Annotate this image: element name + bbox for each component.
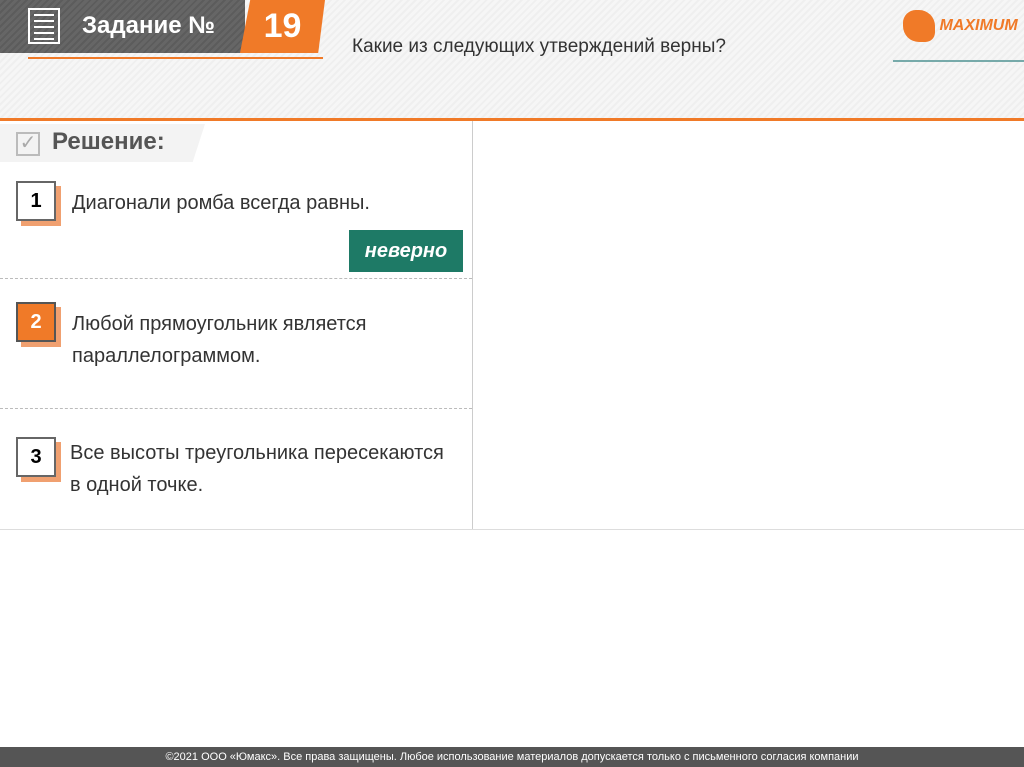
checkbox-icon: ✓ [16, 132, 40, 156]
logo-text: MAXIMUM [939, 17, 1018, 34]
item-text: Любой прямоугольник является параллелогр… [72, 313, 367, 367]
divider [0, 529, 1024, 530]
item-text: Диагонали ромба всегда равны. [72, 192, 370, 214]
divider [0, 408, 472, 410]
divider [0, 118, 1024, 121]
task-label: Задание № [82, 12, 215, 39]
task-number: 19 [240, 0, 325, 53]
divider [472, 121, 473, 529]
solution-label: Решение: [52, 128, 165, 155]
solution-header: ✓ Решение: [0, 124, 205, 162]
logo: MAXIMUM [903, 10, 1018, 42]
document-icon [28, 8, 60, 44]
item-number: 1 [16, 181, 56, 221]
divider [893, 60, 1024, 62]
header: Задание № 19 Какие из следующих утвержде… [0, 0, 1024, 120]
verdict-badge: неверно [349, 230, 463, 272]
item-number: 3 [16, 437, 56, 477]
divider [28, 57, 323, 59]
question: Какие из следующих утверждений верны? [352, 36, 726, 57]
divider [0, 278, 472, 280]
item-text: Все высоты треугольника пересекаются в о… [70, 442, 444, 496]
logo-icon [903, 10, 935, 42]
item-number: 2 [16, 302, 56, 342]
footer: ©2021 ООО «Юмакс». Все права защищены. Л… [0, 747, 1024, 767]
